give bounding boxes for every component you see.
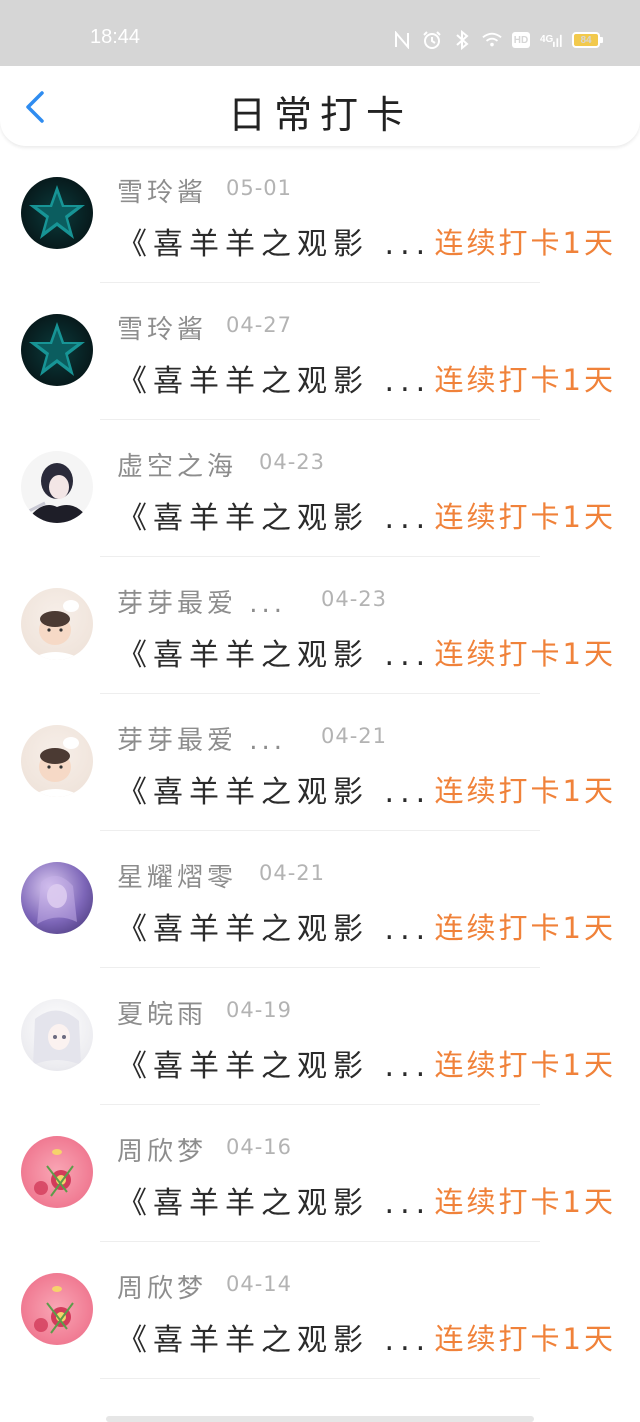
post-title: 《喜羊羊之观影 ... <box>117 638 432 673</box>
baby-avatar[interactable] <box>21 588 93 660</box>
white-hair-avatar[interactable] <box>21 999 93 1071</box>
user-name: 夏皖雨 <box>117 1000 208 1030</box>
post-title: 《喜羊羊之观影 ... <box>117 1049 432 1084</box>
user-name: 芽芽最爱 ... <box>117 726 287 756</box>
post-title: 《喜羊羊之观影 ... <box>117 912 432 947</box>
streak-label: 连续打卡1天 <box>434 1185 616 1219</box>
user-name: 雪玲酱 <box>117 178 208 208</box>
user-name: 星耀熠零 <box>117 863 238 893</box>
post-title: 《喜羊羊之观影 ... <box>117 501 432 536</box>
post-date: 04-19 <box>226 998 293 1022</box>
pink-flower-avatar[interactable] <box>21 1273 93 1345</box>
list-item[interactable]: 周欣梦 04-14 《喜羊羊之观影 ... 连续打卡1天 <box>0 1242 640 1379</box>
post-date: 04-27 <box>226 313 293 337</box>
baby-avatar[interactable] <box>21 725 93 797</box>
post-date: 04-23 <box>259 450 326 474</box>
post-title: 《喜羊羊之观影 ... <box>117 775 432 810</box>
battery-icon: 84 <box>572 32 603 48</box>
streak-label: 连续打卡1天 <box>434 911 616 945</box>
anime-boy-avatar[interactable] <box>21 451 93 523</box>
bottom-scroll-indicator <box>106 1416 534 1422</box>
list-item[interactable]: 芽芽最爱 ... 04-23 《喜羊羊之观影 ... 连续打卡1天 <box>0 557 640 694</box>
app-header: 日常打卡 <box>0 66 640 146</box>
status-time: 18:44 <box>90 26 141 48</box>
status-icons: HD 4G 84 <box>392 28 603 52</box>
post-title: 《喜羊羊之观影 ... <box>117 1186 432 1221</box>
wifi-icon <box>482 30 502 50</box>
bluetooth-icon <box>452 30 472 50</box>
user-name: 芽芽最爱 ... <box>117 589 287 619</box>
streak-label: 连续打卡1天 <box>434 500 616 534</box>
streak-label: 连续打卡1天 <box>434 226 616 260</box>
streak-label: 连续打卡1天 <box>434 637 616 671</box>
post-date: 04-14 <box>226 1272 293 1296</box>
hd-icon: HD <box>512 32 530 48</box>
streak-label: 连续打卡1天 <box>434 1048 616 1082</box>
user-name: 周欣梦 <box>117 1137 208 1167</box>
post-title: 《喜羊羊之观影 ... <box>117 364 432 399</box>
post-date: 04-23 <box>321 587 388 611</box>
alarm-icon <box>422 30 442 50</box>
streak-label: 连续打卡1天 <box>434 363 616 397</box>
post-title: 《喜羊羊之观影 ... <box>117 227 432 262</box>
list-item[interactable]: 夏皖雨 04-19 《喜羊羊之观影 ... 连续打卡1天 <box>0 968 640 1105</box>
list-item[interactable]: 芽芽最爱 ... 04-21 《喜羊羊之观影 ... 连续打卡1天 <box>0 694 640 831</box>
list-item[interactable]: 周欣梦 04-16 《喜羊羊之观影 ... 连续打卡1天 <box>0 1105 640 1242</box>
signal-icon: 4G <box>540 30 562 50</box>
battery-level: 84 <box>580 34 592 46</box>
page-title: 日常打卡 <box>227 93 412 137</box>
divider <box>100 1378 540 1379</box>
status-bar: 18:44 HD 4G 84 <box>0 0 640 66</box>
user-name: 雪玲酱 <box>117 315 208 345</box>
network-label: 4G <box>540 34 554 45</box>
purple-avatar[interactable] <box>21 862 93 934</box>
user-name: 虚空之海 <box>117 452 238 482</box>
pink-flower-avatar[interactable] <box>21 1136 93 1208</box>
post-date: 04-16 <box>226 1135 293 1159</box>
post-date: 04-21 <box>321 724 388 748</box>
list-item[interactable]: 雪玲酱 05-01 《喜羊羊之观影 ... 连续打卡1天 <box>0 146 640 283</box>
star-avatar[interactable] <box>21 177 93 249</box>
post-date: 05-01 <box>226 176 293 200</box>
nfc-icon <box>392 30 412 50</box>
checkin-list: 雪玲酱 05-01 《喜羊羊之观影 ... 连续打卡1天 雪玲酱 04-27 《… <box>0 146 640 1379</box>
star-avatar[interactable] <box>21 314 93 386</box>
streak-label: 连续打卡1天 <box>434 774 616 808</box>
list-item[interactable]: 虚空之海 04-23 《喜羊羊之观影 ... 连续打卡1天 <box>0 420 640 557</box>
list-item[interactable]: 星耀熠零 04-21 《喜羊羊之观影 ... 连续打卡1天 <box>0 831 640 968</box>
post-title: 《喜羊羊之观影 ... <box>117 1323 432 1358</box>
post-date: 04-21 <box>259 861 326 885</box>
user-name: 周欣梦 <box>117 1274 208 1304</box>
list-item[interactable]: 雪玲酱 04-27 《喜羊羊之观影 ... 连续打卡1天 <box>0 283 640 420</box>
streak-label: 连续打卡1天 <box>434 1322 616 1356</box>
